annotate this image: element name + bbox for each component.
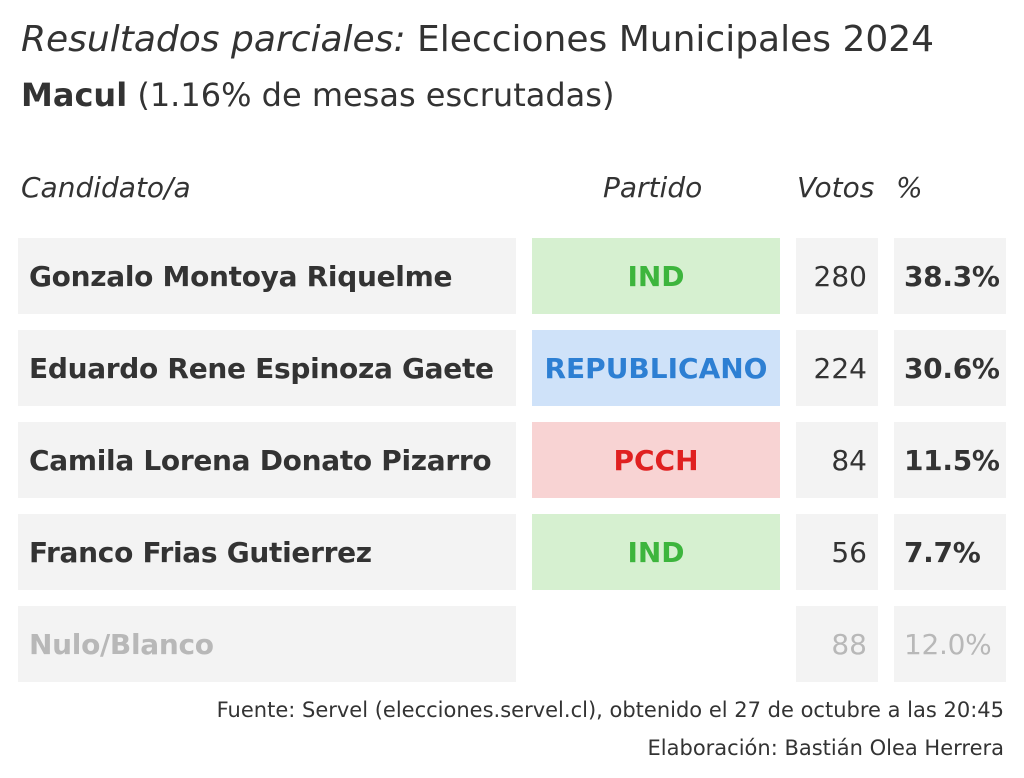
votes-value: 280 [796,238,878,314]
header-candidate: Candidato/a [21,171,191,204]
table-row: Camila Lorena Donato Pizarro PCCH 84 11.5% [0,422,1024,498]
party-badge: PCCH [532,422,780,498]
header-party: Partido [603,171,703,204]
table-row: Nulo/Blanco 88 12.0% [0,606,1024,682]
candidate-name: Gonzalo Montoya Riquelme [18,238,516,314]
candidate-name: Eduardo Rene Espinoza Gaete [18,330,516,406]
percentage-value: 11.5% [894,422,1006,498]
candidate-name: Camila Lorena Donato Pizarro [18,422,516,498]
party-badge: IND [532,238,780,314]
footer-source: Fuente: Servel (elecciones.servel.cl), o… [216,698,1004,722]
party-badge: REPUBLICANO [532,330,780,406]
votes-value: 56 [796,514,878,590]
footer-credit: Elaboración: Bastián Olea Herrera [647,736,1004,760]
votes-value: 224 [796,330,878,406]
table-row: Franco Frias Gutierrez IND 56 7.7% [0,514,1024,590]
candidate-name: Nulo/Blanco [18,606,516,682]
percentage-value: 12.0% [894,606,1006,682]
subtitle-commune: Macul [21,76,128,114]
subtitle-rest: (1.16% de mesas escrutadas) [127,76,615,114]
header-votes: Votos [797,171,875,204]
percentage-value: 30.6% [894,330,1006,406]
chart-subtitle: Macul (1.16% de mesas escrutadas) [21,73,614,117]
table-row: Gonzalo Montoya Riquelme IND 280 38.3% [0,238,1024,314]
party-badge [532,606,780,682]
votes-value: 84 [796,422,878,498]
header-pct: % [896,171,923,204]
percentage-value: 7.7% [894,514,1006,590]
chart-title: Resultados parciales: Elecciones Municip… [21,18,934,62]
title-rest: Elecciones Municipales 2024 [405,19,935,60]
votes-value: 88 [796,606,878,682]
title-italic: Resultados parciales: [21,19,406,60]
percentage-value: 38.3% [894,238,1006,314]
candidate-name: Franco Frias Gutierrez [18,514,516,590]
party-badge: IND [532,514,780,590]
table-row: Eduardo Rene Espinoza Gaete REPUBLICANO 22… [0,330,1024,406]
